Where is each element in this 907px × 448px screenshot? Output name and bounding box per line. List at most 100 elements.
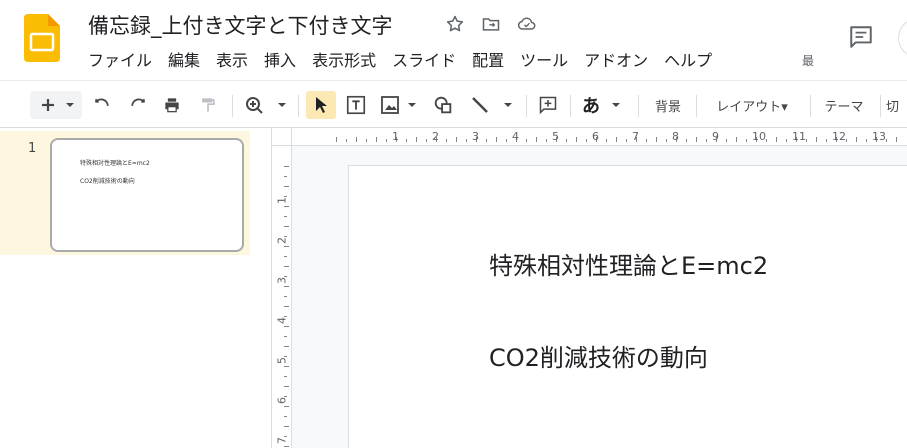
ruler-tick [284,426,289,427]
ruler-tick [726,139,727,142]
slides-app: 備忘録_上付き文字と下付き文字 ファイル 編集 表示 挿入 表示形式 スライド … [0,0,907,448]
menu-slide[interactable]: スライド [384,48,464,74]
shape-icon[interactable] [428,91,458,119]
ruler-tick [886,139,887,142]
present-button[interactable] [898,18,907,58]
ruler-tick [284,266,289,267]
thumbnail-text-line2: CO2削減技術の動向 [80,178,135,185]
input-tools-button[interactable]: あ [580,91,630,119]
ruler-tick [284,296,287,297]
line-tool-button[interactable] [466,91,518,119]
move-to-folder-icon[interactable] [480,13,502,35]
ruler-tick [406,139,407,142]
ruler-number: 12 [832,130,846,143]
ruler-tick [816,137,817,142]
undo-icon[interactable] [88,91,116,119]
vertical-ruler[interactable]: 1 2 3 4 5 6 7 [272,146,292,448]
select-cursor-icon[interactable] [306,91,336,119]
last-edit-indicator[interactable]: 最 [802,52,814,69]
menu-file[interactable]: ファイル [80,48,160,74]
toolbar-separator [880,95,881,117]
theme-button[interactable]: テーマ [816,91,872,119]
ruler-tick [666,139,667,142]
menu-edit[interactable]: 編集 [160,48,208,74]
menu-addons[interactable]: アドオン [576,48,656,74]
ruler-number: 2 [432,130,439,143]
ruler-tick [496,137,497,142]
menu-help[interactable]: ヘルプ [656,48,720,74]
ruler-tick [426,139,427,142]
ruler-tick [826,139,827,142]
ruler-tick [896,137,897,142]
ruler-number: 8 [672,130,679,143]
ruler-number: 7 [275,437,289,444]
ruler-tick [284,186,289,187]
slide-number: 1 [28,141,37,156]
print-icon[interactable] [158,91,186,119]
ruler-tick [786,139,787,142]
ruler-tick [506,139,507,142]
cloud-saved-icon[interactable] [516,13,538,35]
ruler-tick [284,226,289,227]
ruler-tick [376,137,377,142]
ruler-tick [696,137,697,142]
ruler-tick [586,139,587,142]
slide-thumbnail[interactable]: 特殊相対性理論とE=mc2 CO2削減技術の動向 [50,138,244,252]
ruler-number: 2 [275,237,289,244]
star-icon[interactable] [444,13,466,35]
ruler-number: 6 [275,397,289,404]
ruler-tick [284,306,289,307]
ruler-number: 4 [275,317,289,324]
ruler-tick [284,346,289,347]
ruler-tick [806,139,807,142]
menu-bar: ファイル 編集 表示 挿入 表示形式 スライド 配置 ツール アドオン ヘルプ [80,48,720,74]
slide-text-line1[interactable]: 特殊相対性理論とE=mc2 [489,246,768,281]
ruler-tick [686,139,687,142]
layout-button[interactable]: レイアウト▾ [704,91,800,119]
comment-history-icon[interactable] [846,22,876,52]
transition-button[interactable]: 切 [886,91,907,119]
horizontal-ruler[interactable]: 123456789101112131 [292,128,907,146]
redo-icon[interactable] [124,91,152,119]
thumbnail-text-line1: 特殊相対性理論とE=mc2 [80,160,150,167]
ruler-tick [536,137,537,142]
document-title[interactable]: 備忘録_上付き文字と下付き文字 [88,10,393,40]
slides-logo-icon[interactable] [24,14,60,62]
ruler-tick [284,176,287,177]
ruler-tick [356,137,357,142]
ruler-tick [284,386,289,387]
slide-text-line2[interactable]: CO2削減技術の動向 [489,338,708,373]
menu-view[interactable]: 表示 [208,48,256,74]
ruler-number: 3 [472,130,479,143]
menu-tools[interactable]: ツール [512,48,576,74]
ruler-tick [284,416,287,417]
transition-label: 切 [886,99,900,115]
menu-format[interactable]: 表示形式 [304,48,384,74]
ruler-tick [546,139,547,142]
ruler-tick [766,139,767,142]
ruler-tick [526,139,527,142]
menu-insert[interactable]: 挿入 [256,48,304,74]
background-button[interactable]: 背景 [646,91,690,119]
zoom-button[interactable] [242,91,290,119]
input-tools-label: あ [582,96,600,117]
ruler-tick [626,139,627,142]
add-comment-icon[interactable] [534,91,562,119]
ruler-tick [446,139,447,142]
ruler-tick [616,137,617,142]
new-slide-button[interactable] [30,91,82,119]
ruler-tick [606,139,607,142]
toolbar-separator [232,95,233,117]
paint-format-icon[interactable] [194,91,222,119]
slide-canvas[interactable]: 特殊相対性理論とE=mc2 CO2削減技術の動向 [349,166,907,448]
menu-arrange[interactable]: 配置 [464,48,512,74]
text-box-icon[interactable] [342,91,370,119]
ruler-tick [466,139,467,142]
filmstrip-slide-1[interactable]: 1 特殊相対性理論とE=mc2 CO2削減技術の動向 [0,131,250,255]
filmstrip: 1 特殊相対性理論とE=mc2 CO2削減技術の動向 [0,128,272,448]
ruler-tick [336,137,337,142]
ruler-tick [346,139,347,142]
insert-image-button[interactable] [378,91,422,119]
ruler-tick [386,139,387,142]
toolbar: あ 背景 レイアウト▾ テーマ 切 [0,80,907,128]
